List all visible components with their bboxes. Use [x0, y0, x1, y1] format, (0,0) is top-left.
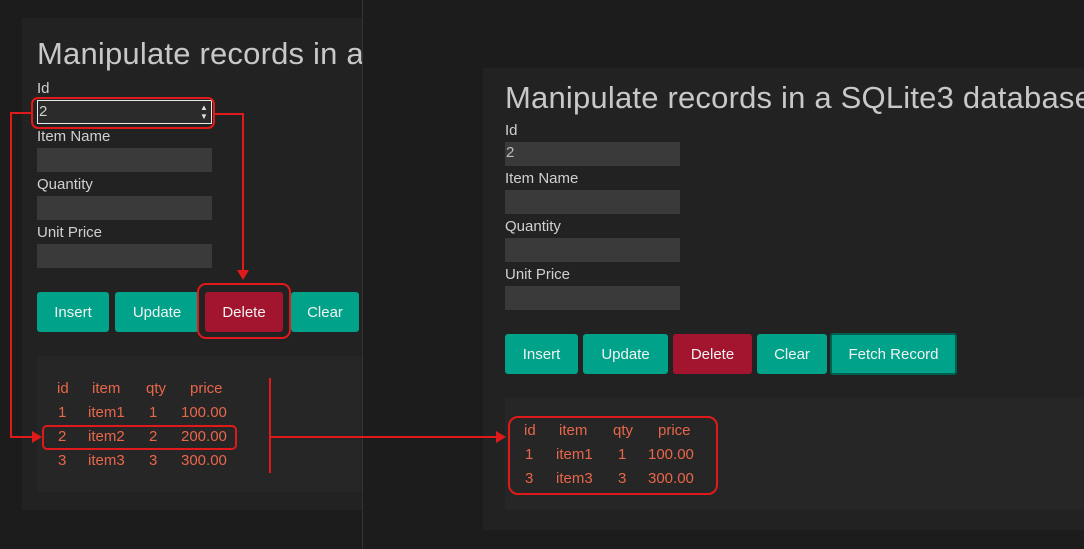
result-table-highlight	[508, 416, 718, 495]
item-name-field[interactable]	[37, 148, 212, 172]
table-cell: item1	[88, 404, 125, 421]
insert-button[interactable]: Insert	[505, 334, 578, 374]
quantity-field[interactable]	[37, 196, 212, 220]
unit-price-field[interactable]	[505, 286, 680, 310]
table-cell: 1	[149, 404, 158, 421]
annotation-line	[242, 113, 244, 271]
id-label: Id	[37, 80, 50, 97]
page-title: Manipulate records in a SQLite3 database	[505, 80, 1084, 115]
id-label: Id	[505, 122, 518, 139]
table-cell: 1	[58, 404, 67, 421]
item-name-field[interactable]	[505, 190, 680, 214]
item-name-label: Item Name	[37, 128, 111, 145]
item-name-label: Item Name	[505, 170, 579, 187]
annotation-line	[269, 378, 271, 473]
table-cell: 3	[58, 452, 67, 469]
insert-button[interactable]: Insert	[37, 292, 109, 332]
unit-price-label: Unit Price	[37, 224, 103, 241]
table-cell: 300.00	[181, 452, 227, 469]
update-button[interactable]: Update	[115, 292, 199, 332]
annotation-line	[10, 112, 32, 114]
records-table: id item qty price 1 item1 1 100.00 2 ite…	[37, 356, 362, 492]
quantity-label: Quantity	[505, 218, 561, 235]
arrow-down-icon	[237, 270, 249, 280]
table-header-item: item	[92, 380, 121, 397]
quantity-field[interactable]	[505, 238, 680, 262]
delete-button-highlight	[197, 283, 291, 339]
table-header-qty: qty	[146, 380, 167, 397]
annotation-line	[10, 436, 34, 438]
table-header-id: id	[57, 380, 69, 397]
table-cell: 3	[149, 452, 158, 469]
table-cell: item3	[88, 452, 125, 469]
unit-price-label: Unit Price	[505, 266, 571, 283]
table-header-price: price	[190, 380, 223, 397]
clear-button[interactable]: Clear	[291, 292, 359, 332]
quantity-label: Quantity	[37, 176, 93, 193]
arrow-right-icon	[32, 431, 42, 443]
arrow-right-icon	[496, 431, 506, 443]
delete-button[interactable]: Delete	[673, 334, 752, 374]
annotation-line	[270, 436, 498, 438]
fetch-record-button[interactable]: Fetch Record	[830, 333, 957, 375]
deleted-row-highlight	[42, 425, 237, 450]
unit-price-field[interactable]	[37, 244, 212, 268]
annotation-line	[215, 113, 244, 115]
screenshot-divider	[362, 0, 363, 549]
id-field[interactable]: 2	[505, 142, 680, 166]
id-field-highlight	[31, 97, 215, 129]
annotation-line	[10, 112, 12, 438]
page-title: Manipulate records in a SQLite3 database	[37, 36, 362, 71]
clear-button[interactable]: Clear	[757, 334, 827, 374]
table-cell: 100.00	[181, 404, 227, 421]
update-button[interactable]: Update	[583, 334, 668, 374]
